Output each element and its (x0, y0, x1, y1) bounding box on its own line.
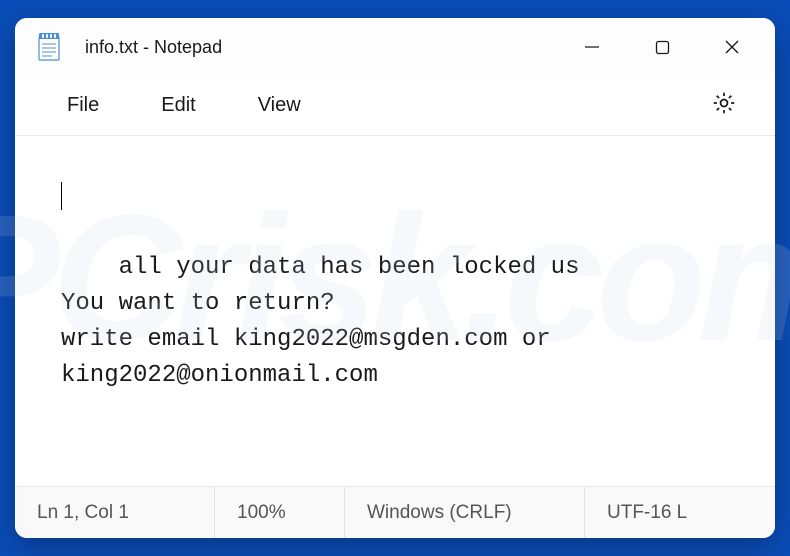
menu-file[interactable]: File (45, 86, 121, 125)
text-caret (61, 182, 62, 210)
titlebar: info.txt - Notepad (15, 18, 775, 76)
minimize-button[interactable] (557, 23, 627, 71)
menu-view[interactable]: View (236, 86, 323, 125)
status-line-ending: Windows (CRLF) (345, 487, 585, 538)
window-title: info.txt - Notepad (85, 37, 557, 58)
notepad-window: info.txt - Notepad File Edit View (15, 18, 775, 538)
statusbar: Ln 1, Col 1 100% Windows (CRLF) UTF-16 L (15, 486, 775, 538)
status-cursor-position: Ln 1, Col 1 (15, 487, 215, 538)
maximize-button[interactable] (627, 23, 697, 71)
close-button[interactable] (697, 23, 767, 71)
status-zoom[interactable]: 100% (215, 487, 345, 538)
text-editor-area[interactable]: all your data has been locked us You wan… (15, 136, 775, 486)
settings-button[interactable] (703, 82, 745, 129)
window-controls (557, 23, 767, 71)
menubar: File Edit View (15, 76, 775, 136)
document-text: all your data has been locked us You wan… (61, 254, 579, 389)
gear-icon (711, 103, 737, 120)
notepad-icon (37, 33, 61, 61)
menu-edit[interactable]: Edit (139, 86, 217, 125)
status-encoding: UTF-16 L (585, 487, 775, 538)
